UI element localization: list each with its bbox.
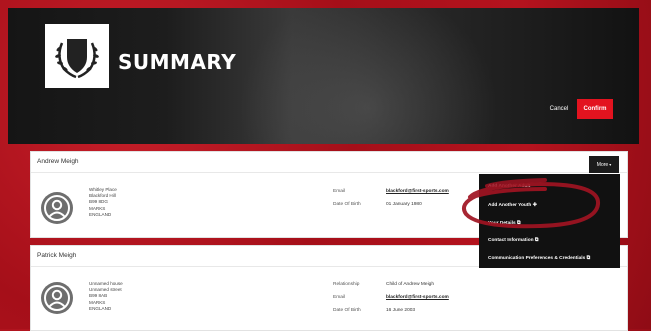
address-line: ENGLAND: [89, 305, 112, 311]
external-link-icon: ⧉: [516, 221, 521, 226]
chevron-down-icon: ▾: [609, 162, 612, 167]
menu-item-label: Add Another Adult: [488, 184, 531, 189]
plus-icon: ✚: [532, 203, 537, 208]
dob-value: 16 June 2003: [386, 308, 416, 313]
email-label: Email: [333, 295, 345, 300]
menu-item-label: Add Another Youth: [488, 203, 532, 208]
address-block: Whitley Place Blackford Hill B99 8DG MAR…: [89, 187, 117, 218]
club-logo: [45, 24, 109, 88]
menu-item-add-youth[interactable]: Add Another Youth ✚: [488, 203, 537, 208]
page-title: SUMMARY: [118, 50, 237, 74]
more-dropdown-menu: Add Another Adult Add Another Youth ✚ Yo…: [479, 174, 620, 268]
member-name: Andrew Meigh: [31, 152, 627, 173]
dob-label: Date Of Birth: [333, 202, 361, 207]
address-line: ENGLAND: [89, 211, 112, 217]
cancel-button[interactable]: Cancel: [543, 100, 575, 117]
confirm-button[interactable]: Confirm: [577, 99, 613, 119]
more-label: More: [596, 161, 609, 168]
menu-item-contact-information[interactable]: Contact Information ⧉: [488, 237, 538, 243]
email-link[interactable]: blackford@first-sports.com: [386, 189, 449, 194]
dob-value: 01 January 1980: [386, 202, 422, 207]
more-dropdown-button[interactable]: More ▾: [589, 156, 619, 173]
menu-item-label: Contact Information: [488, 238, 534, 243]
menu-item-label: Your Details: [488, 221, 516, 226]
relationship-value: Child of Andrew Meigh: [386, 282, 434, 287]
relationship-label: Relationship: [333, 282, 360, 287]
address-block: Unnamed house Unnamed street B99 8AB MAR…: [89, 281, 123, 312]
dob-label: Date Of Birth: [333, 308, 361, 313]
person-avatar-icon: [41, 192, 73, 224]
email-label: Email: [333, 189, 345, 194]
hero-photo: [238, 8, 498, 144]
person-avatar-icon: [41, 282, 73, 314]
email-link[interactable]: blackford@first-sports.com: [386, 295, 449, 300]
hero-banner: SUMMARY Cancel Confirm: [8, 8, 639, 144]
menu-item-add-adult[interactable]: Add Another Adult: [488, 184, 530, 189]
external-link-icon: ⧉: [534, 238, 539, 243]
laurel-shield-logo-icon: [55, 39, 99, 79]
menu-item-communication-preferences[interactable]: Communication Preferences & Credentials …: [488, 255, 590, 261]
external-link-icon: ⧉: [586, 256, 591, 261]
menu-item-your-details[interactable]: Your Details ⧉: [488, 220, 520, 226]
menu-item-label: Communication Preferences & Credentials: [488, 256, 586, 261]
